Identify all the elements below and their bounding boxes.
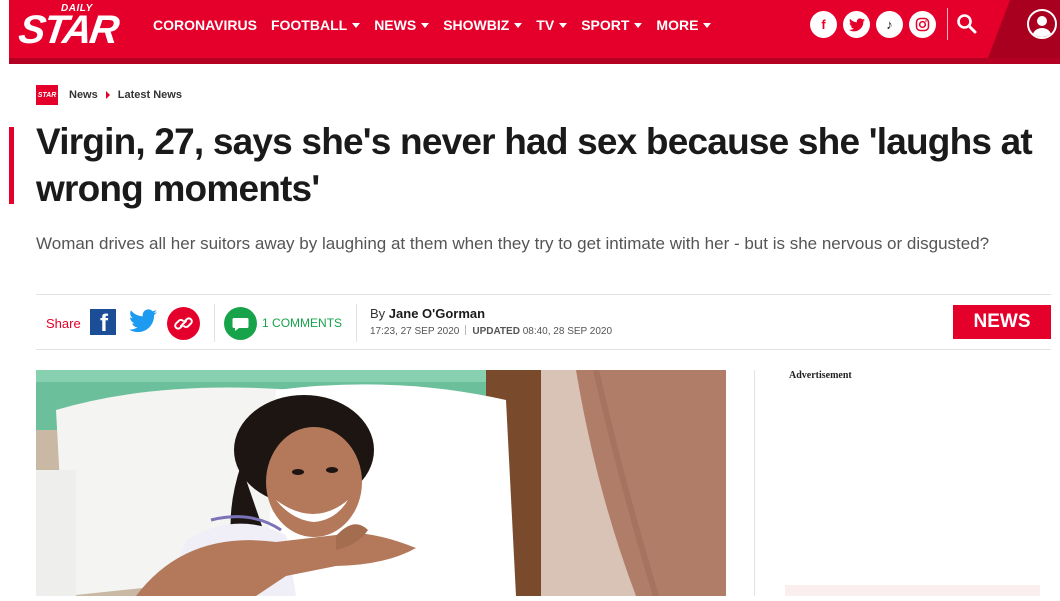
byline-row: Share f 1 COMMENTS By Jane O'Gorman 17:2…: [36, 294, 1051, 350]
share-label: Share: [46, 316, 81, 331]
menu-label: NEWS: [374, 17, 417, 33]
breadcrumb-news[interactable]: News: [69, 89, 98, 101]
facebook-icon[interactable]: f: [810, 11, 837, 38]
instagram-glyph: [915, 17, 930, 32]
by-prefix: By: [370, 306, 386, 321]
updated-label: UPDATED: [472, 326, 520, 337]
chevron-down-icon: [634, 22, 643, 28]
chevron-down-icon: [559, 22, 568, 28]
search-icon[interactable]: [955, 12, 979, 36]
mini-logo-text: STAR: [37, 91, 57, 99]
comments-link[interactable]: 1 COMMENTS: [262, 316, 342, 330]
published-time: 17:23, 27 SEP 2020: [370, 326, 460, 337]
instagram-icon[interactable]: [909, 11, 936, 38]
copy-link-button[interactable]: [167, 307, 200, 340]
comment-bubble-icon: [232, 318, 249, 331]
chevron-down-icon: [703, 22, 712, 28]
chevron-down-icon: [514, 22, 523, 28]
facebook-glyph: f: [821, 17, 826, 32]
menu-item-football[interactable]: FOOTBALL: [270, 17, 361, 33]
article-headline: Virgin, 27, says she's never had sex bec…: [36, 121, 1033, 209]
menu-item-sport[interactable]: SPORT: [581, 17, 643, 33]
menu-item-showbiz[interactable]: SHOWBIZ: [443, 17, 523, 33]
tiktok-glyph: ♪: [886, 17, 893, 32]
chevron-right-icon: [105, 91, 110, 99]
comments-label: COMMENTS: [272, 316, 343, 330]
chevron-down-icon: [421, 22, 430, 28]
article-hero-image[interactable]: [36, 369, 726, 597]
left-edge: [0, 0, 9, 64]
comments-count: 1: [262, 316, 269, 330]
twitter-bird-icon: [848, 17, 865, 31]
menu-label: SPORT: [581, 17, 630, 33]
divider: [356, 304, 357, 342]
twitter-icon[interactable]: [843, 11, 870, 38]
headline-accent-bar: [9, 127, 14, 204]
top-navigation-bar: DAILY STAR CORONAVIRUS FOOTBALL NEWS SHO…: [0, 0, 1060, 64]
nav-bottom-strip: [9, 58, 1060, 64]
nav-divider: [947, 8, 948, 40]
menu-label: FOOTBALL: [270, 17, 348, 33]
twitter-icon: [129, 309, 157, 333]
comments-button[interactable]: [224, 307, 257, 340]
byline: By Jane O'Gorman: [370, 306, 485, 321]
menu-item-coronavirus[interactable]: CORONAVIRUS: [153, 17, 257, 33]
menu-item-news[interactable]: NEWS: [374, 17, 430, 33]
link-icon: [174, 317, 193, 330]
share-twitter-button[interactable]: [129, 309, 157, 335]
breadcrumb-latest-news[interactable]: Latest News: [118, 89, 182, 101]
advertisement-slot[interactable]: [785, 585, 1040, 596]
date-separator: [465, 325, 467, 335]
menu-label: TV: [536, 17, 555, 33]
breadcrumb: STAR News Latest News: [36, 85, 182, 105]
daily-star-logo[interactable]: DAILY STAR: [16, 2, 120, 58]
logo-star-text: STAR: [15, 8, 121, 52]
tiktok-icon[interactable]: ♪: [876, 11, 903, 38]
facebook-icon: f: [100, 310, 108, 337]
main-menu: CORONAVIRUS FOOTBALL NEWS SHOWBIZ TV SPO…: [153, 17, 725, 33]
advertisement-label: Advertisement: [789, 370, 852, 381]
menu-label: MORE: [656, 17, 699, 33]
divider: [214, 304, 215, 342]
updated-time: 08:40, 28 SEP 2020: [522, 326, 613, 337]
article-standfirst: Woman drives all her suitors away by lau…: [36, 234, 990, 253]
menu-label: CORONAVIRUS: [153, 17, 257, 33]
article-dates: 17:23, 27 SEP 2020 UPDATED 08:40, 28 SEP …: [370, 325, 612, 337]
menu-item-tv[interactable]: TV: [536, 17, 568, 33]
author-name[interactable]: Jane O'Gorman: [389, 306, 485, 321]
search-glyph: [957, 14, 977, 34]
chevron-down-icon: [352, 22, 361, 28]
user-icon[interactable]: [1027, 9, 1057, 39]
share-facebook-button[interactable]: f: [90, 309, 116, 337]
section-tag-news[interactable]: NEWS: [953, 305, 1051, 339]
sidebar-divider: [754, 370, 755, 596]
user-silhouette: [1032, 16, 1052, 37]
menu-item-more[interactable]: MORE: [656, 17, 712, 33]
daily-star-mini-logo[interactable]: STAR: [36, 85, 58, 105]
hero-illustration: [36, 369, 726, 597]
menu-label: SHOWBIZ: [443, 17, 510, 33]
